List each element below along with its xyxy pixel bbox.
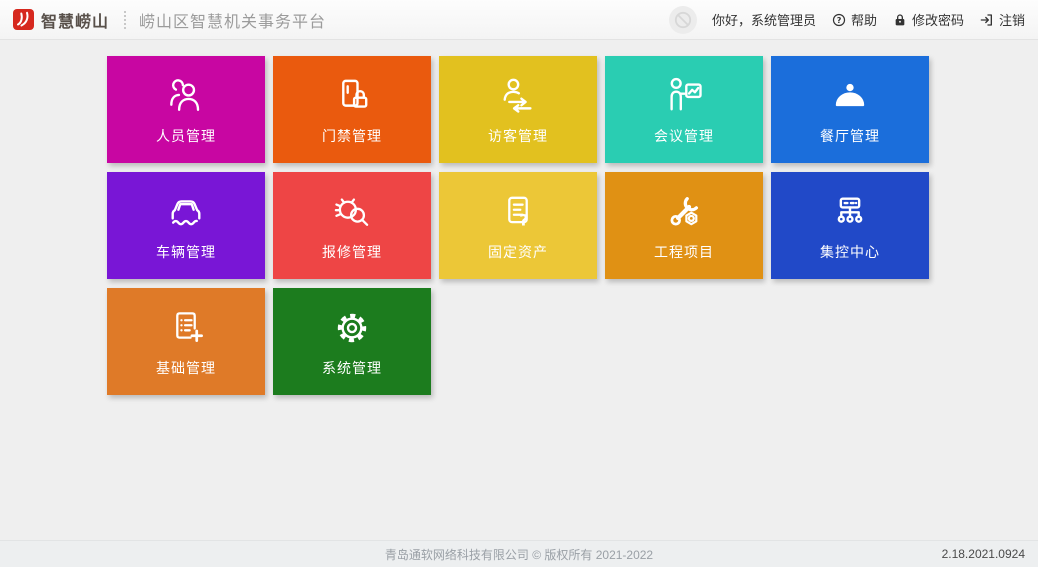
tile-visitor[interactable]: 访客管理 [439, 56, 597, 163]
top-header: 智慧崂山 崂山区智慧机关事务平台 你好，系统管理员 帮助 修改密码 注销 [0, 0, 1038, 40]
tile-vehicle[interactable]: 车辆管理 [107, 172, 265, 279]
tile-label: 固定资产 [488, 242, 548, 262]
vehicle-icon [164, 190, 208, 234]
tile-label: 系统管理 [322, 358, 382, 378]
tile-label: 集控中心 [820, 242, 880, 262]
logo-text: 智慧崂山 [41, 8, 109, 32]
platform-title: 崂山区智慧机关事务平台 [139, 8, 326, 32]
help-label: 帮助 [851, 10, 877, 29]
version-number: 2.18.2021.0924 [942, 547, 1025, 561]
restaurant-icon [828, 74, 872, 118]
people-icon [164, 74, 208, 118]
tile-label: 门禁管理 [322, 126, 382, 146]
tile-meeting[interactable]: 会议管理 [605, 56, 763, 163]
copyright-text: 青岛通软网络科技有限公司 © 版权所有 2021-2022 [385, 546, 653, 563]
avatar[interactable] [669, 6, 697, 34]
tile-system[interactable]: 系统管理 [273, 288, 431, 395]
header-user-area: 你好，系统管理员 帮助 修改密码 注销 [669, 6, 1025, 34]
tile-label: 会议管理 [654, 126, 714, 146]
tile-label: 工程项目 [654, 242, 714, 262]
tile-fixed-asset[interactable]: 固定资产 [439, 172, 597, 279]
tile-repair[interactable]: 报修管理 [273, 172, 431, 279]
tile-label: 人员管理 [156, 126, 216, 146]
control-center-icon [828, 190, 872, 234]
tile-restaurant[interactable]: 餐厅管理 [771, 56, 929, 163]
tile-project[interactable]: 工程项目 [605, 172, 763, 279]
change-password-button[interactable]: 修改密码 [892, 10, 964, 29]
door-lock-icon [330, 74, 374, 118]
tile-label: 车辆管理 [156, 242, 216, 262]
tile-label: 报修管理 [322, 242, 382, 262]
project-icon [662, 190, 706, 234]
gear-icon [330, 306, 374, 350]
logout-icon [979, 12, 995, 28]
tile-label: 访客管理 [488, 126, 548, 146]
logout-button[interactable]: 注销 [979, 10, 1025, 29]
tile-access-control[interactable]: 门禁管理 [273, 56, 431, 163]
logo-icon [13, 9, 34, 30]
visitor-icon [496, 74, 540, 118]
repair-icon [330, 190, 374, 234]
help-button[interactable]: 帮助 [831, 10, 877, 29]
basic-icon [164, 306, 208, 350]
tile-basic[interactable]: 基础管理 [107, 288, 265, 395]
meeting-icon [662, 74, 706, 118]
footer: 青岛通软网络科技有限公司 © 版权所有 2021-2022 2.18.2021.… [0, 540, 1038, 567]
lock-icon [892, 12, 908, 28]
tile-control-center[interactable]: 集控中心 [771, 172, 929, 279]
no-photo-icon [671, 8, 695, 32]
asset-icon [496, 190, 540, 234]
main-area: 人员管理 门禁管理 访客管理 会议管理 餐厅管理 车辆管理 报修 [0, 40, 1038, 395]
tile-label: 餐厅管理 [820, 126, 880, 146]
user-greeting: 你好，系统管理员 [712, 10, 816, 29]
brand-logo: 智慧崂山 [13, 8, 109, 32]
change-password-label: 修改密码 [912, 10, 964, 29]
tile-label: 基础管理 [156, 358, 216, 378]
logout-label: 注销 [999, 10, 1025, 29]
help-icon [831, 12, 847, 28]
header-divider [124, 11, 126, 29]
tile-grid: 人员管理 门禁管理 访客管理 会议管理 餐厅管理 车辆管理 报修 [107, 56, 1038, 395]
tile-personnel[interactable]: 人员管理 [107, 56, 265, 163]
